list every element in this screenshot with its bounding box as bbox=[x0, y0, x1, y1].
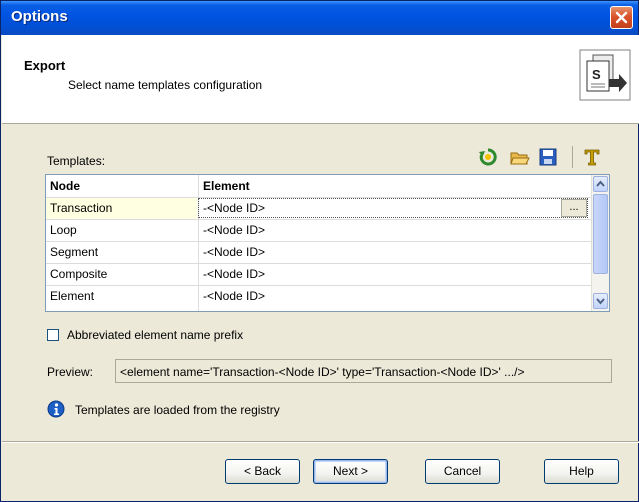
cancel-button[interactable]: Cancel bbox=[425, 459, 500, 484]
cell-element[interactable]: -<Node ID> bbox=[203, 245, 265, 259]
table-row[interactable]: Transaction -<Node ID> ... bbox=[46, 197, 592, 220]
info-icon bbox=[47, 400, 65, 418]
title-bar: Options bbox=[1, 1, 638, 35]
table-row[interactable]: Element -<Node ID> bbox=[46, 285, 592, 308]
save-button[interactable] bbox=[538, 147, 558, 167]
preview-field[interactable]: <element name='Transaction-<Node ID>' ty… bbox=[115, 359, 612, 383]
preview-label: Preview: bbox=[47, 365, 94, 379]
cell-node: Element bbox=[50, 289, 95, 303]
templates-label: Templates: bbox=[47, 154, 106, 168]
svg-text:S: S bbox=[592, 67, 601, 82]
table-row[interactable]: Loop -<Node ID> bbox=[46, 219, 592, 242]
table-row[interactable]: Composite -<Node ID> bbox=[46, 263, 592, 286]
close-button[interactable] bbox=[610, 6, 633, 29]
scroll-up-button[interactable] bbox=[593, 176, 608, 192]
ellipsis-button[interactable]: ... bbox=[561, 199, 587, 217]
open-button[interactable] bbox=[510, 147, 530, 167]
chevron-up-icon bbox=[596, 180, 605, 187]
back-button[interactable]: < Back bbox=[225, 459, 300, 484]
help-button[interactable]: Help bbox=[544, 459, 619, 484]
window-title: Options bbox=[11, 8, 68, 25]
footer-divider bbox=[2, 441, 639, 443]
abbreviated-prefix-label[interactable]: Abbreviated element name prefix bbox=[67, 328, 243, 342]
export-document-icon: S bbox=[579, 49, 631, 101]
options-dialog: Options Export Select name templates con… bbox=[0, 0, 639, 502]
cell-node: Transaction bbox=[50, 201, 113, 215]
cell-element[interactable]: -<Node ID> bbox=[203, 267, 265, 281]
scroll-down-button[interactable] bbox=[593, 293, 608, 309]
page-subtitle: Select name templates configuration bbox=[68, 78, 263, 92]
grid-header: Node Element bbox=[46, 175, 592, 197]
close-icon bbox=[615, 11, 628, 24]
column-header-element: Element bbox=[203, 179, 250, 193]
templates-toolbar bbox=[476, 145, 616, 169]
preview-value: <element name='Transaction-<Node ID>' ty… bbox=[120, 365, 525, 379]
next-button[interactable]: Next > bbox=[313, 459, 388, 484]
chevron-down-icon bbox=[596, 298, 605, 305]
page-title: Export bbox=[24, 58, 66, 73]
abbreviated-prefix-checkbox[interactable] bbox=[47, 329, 59, 341]
cell-node: Loop bbox=[50, 223, 77, 237]
refresh-icon bbox=[479, 148, 497, 166]
cell-element[interactable]: -<Node ID> bbox=[203, 223, 265, 237]
open-folder-icon bbox=[510, 152, 530, 165]
vertical-scrollbar[interactable] bbox=[591, 175, 609, 311]
cell-element[interactable]: -<Node ID> bbox=[203, 289, 265, 303]
save-icon bbox=[539, 148, 557, 166]
cell-node: Segment bbox=[50, 245, 99, 259]
wizard-header: Export Select name templates configurati… bbox=[2, 35, 639, 124]
table-row[interactable]: Segment -<Node ID> bbox=[46, 241, 592, 264]
font-button[interactable] bbox=[582, 147, 602, 167]
toolbar-separator bbox=[572, 146, 573, 168]
info-message: Templates are loaded from the registry bbox=[75, 403, 280, 417]
templates-grid: Node Element Transaction -<Node ID> ... … bbox=[45, 174, 610, 312]
scroll-thumb[interactable] bbox=[593, 194, 608, 274]
font-icon bbox=[584, 149, 600, 166]
cell-element[interactable]: -<Node ID> bbox=[203, 201, 265, 215]
column-header-node: Node bbox=[50, 179, 80, 193]
cell-node: Composite bbox=[50, 267, 108, 281]
refresh-button[interactable] bbox=[478, 147, 498, 167]
